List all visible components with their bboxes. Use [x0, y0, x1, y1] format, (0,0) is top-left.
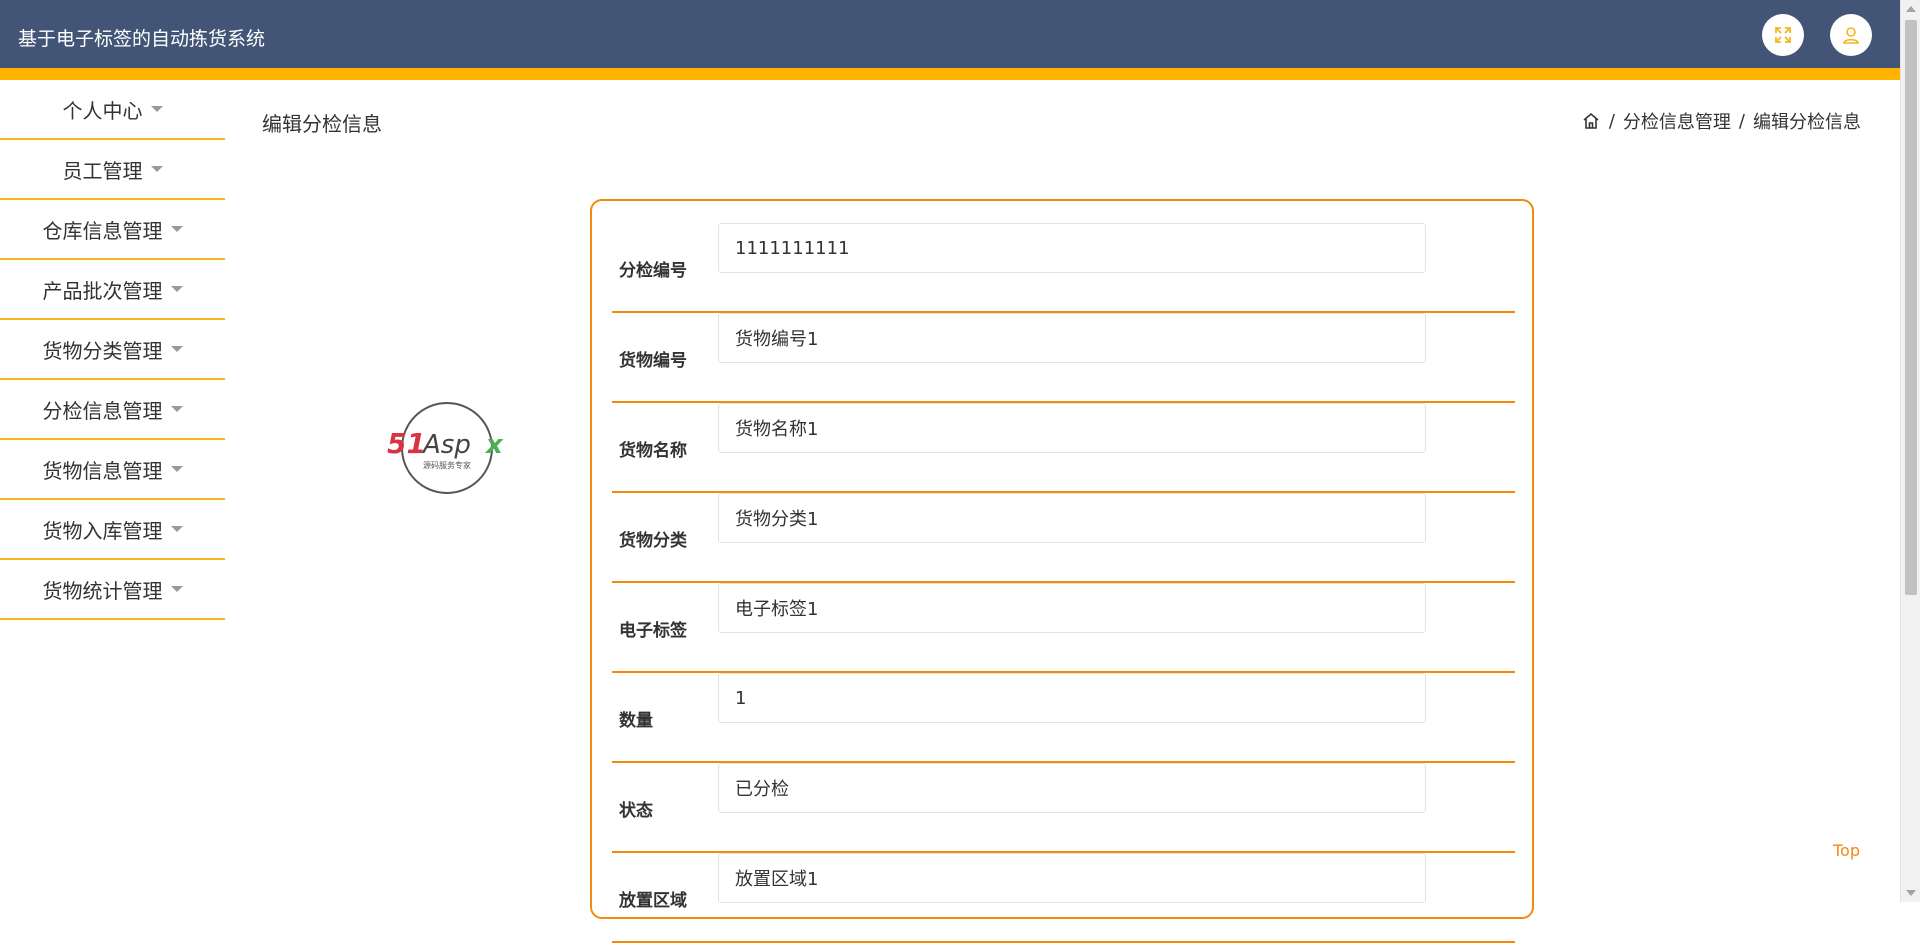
- sidebar-item-label: 个人中心: [62, 98, 143, 123]
- form-row-status: 状态 已分检: [612, 763, 1515, 853]
- sidebar-item-label: 货物信息管理: [42, 458, 163, 483]
- form-row-goods-name: 货物名称 货物名称1: [612, 403, 1515, 493]
- user-icon: [1843, 27, 1859, 44]
- form-row-goods-id: 货物编号 货物编号1: [612, 313, 1515, 403]
- sorting-id-input[interactable]: 1111111111: [718, 223, 1426, 273]
- sidebar-item-label: 分检信息管理: [42, 398, 163, 423]
- scroll-up-arrow-icon[interactable]: [1906, 6, 1916, 12]
- sidebar-item-goods-info[interactable]: 货物信息管理: [0, 440, 225, 500]
- home-icon[interactable]: [1581, 111, 1601, 131]
- sidebar-item-label: 产品批次管理: [42, 278, 163, 303]
- form-row-electronic-tag: 电子标签 电子标签1: [612, 583, 1515, 673]
- breadcrumb-separator: /: [1738, 110, 1745, 132]
- edit-form: 分检编号 1111111111 货物编号 货物编号1 货物名称 货物名称1 货物…: [590, 199, 1534, 943]
- form-row-sorting-id: 分检编号 1111111111: [612, 223, 1515, 313]
- sidebar-item-label: 仓库信息管理: [42, 218, 163, 243]
- field-label: 货物编号: [619, 350, 687, 371]
- sidebar-item-employee[interactable]: 员工管理: [0, 140, 225, 200]
- sidebar-item-inbound[interactable]: 货物入库管理: [0, 500, 225, 560]
- field-label: 放置区域: [619, 890, 687, 911]
- caret-down-icon: [170, 346, 183, 352]
- breadcrumb: / 分检信息管理 / 编辑分检信息: [1581, 108, 1861, 134]
- sidebar-item-label: 货物入库管理: [42, 518, 163, 543]
- header-accent-bar: [0, 68, 1900, 80]
- sidebar-item-statistics[interactable]: 货物统计管理: [0, 560, 225, 620]
- status-input[interactable]: 已分检: [718, 763, 1426, 813]
- quantity-input[interactable]: 1: [718, 673, 1426, 723]
- app-title: 基于电子标签的自动拣货系统: [18, 28, 266, 50]
- form-row-goods-category: 货物分类 货物分类1: [612, 493, 1515, 583]
- breadcrumb-item-current: 编辑分检信息: [1753, 112, 1861, 133]
- caret-down-icon: [170, 526, 183, 532]
- caret-down-icon: [170, 286, 183, 292]
- back-to-top-link[interactable]: Top: [1833, 841, 1860, 860]
- sidebar-item-goods-category[interactable]: 货物分类管理: [0, 320, 225, 380]
- field-label: 数量: [619, 710, 653, 731]
- field-label: 分检编号: [619, 260, 687, 281]
- caret-down-icon: [170, 586, 183, 592]
- page-scrollbar[interactable]: [1900, 0, 1920, 902]
- breadcrumb-separator: /: [1608, 110, 1615, 132]
- goods-id-input[interactable]: 货物编号1: [718, 313, 1426, 363]
- field-label: 货物名称: [619, 440, 687, 461]
- watermark-logo: 51 Asp x 源码服务专家: [385, 400, 510, 496]
- caret-down-icon: [150, 166, 163, 172]
- svg-text:51: 51: [387, 427, 426, 460]
- sidebar-item-sorting[interactable]: 分检信息管理: [0, 380, 225, 440]
- caret-down-icon: [170, 466, 183, 472]
- sidebar-item-label: 货物统计管理: [42, 578, 163, 603]
- expand-icon: [1775, 27, 1791, 43]
- scroll-down-arrow-icon[interactable]: [1906, 890, 1916, 896]
- caret-down-icon: [170, 406, 183, 412]
- svg-text:源码服务专家: 源码服务专家: [423, 460, 471, 470]
- sidebar-item-batch[interactable]: 产品批次管理: [0, 260, 225, 320]
- page-title: 编辑分检信息: [262, 112, 382, 136]
- form-row-quantity: 数量 1: [612, 673, 1515, 763]
- sidebar-item-label: 货物分类管理: [42, 338, 163, 363]
- scrollbar-thumb[interactable]: [1905, 20, 1917, 595]
- sidebar-item-label: 员工管理: [62, 158, 143, 183]
- caret-down-icon: [150, 106, 163, 112]
- sidebar-item-personal-center[interactable]: 个人中心: [0, 80, 225, 140]
- user-button[interactable]: [1830, 14, 1872, 56]
- fullscreen-button[interactable]: [1762, 14, 1804, 56]
- sidebar-item-warehouse[interactable]: 仓库信息管理: [0, 200, 225, 260]
- breadcrumb-item-sorting[interactable]: 分检信息管理: [1623, 108, 1731, 134]
- goods-category-input[interactable]: 货物分类1: [718, 493, 1426, 543]
- placement-area-input[interactable]: 放置区域1: [718, 853, 1426, 903]
- caret-down-icon: [170, 226, 183, 232]
- field-label: 货物分类: [619, 530, 687, 551]
- field-label: 电子标签: [619, 620, 687, 641]
- svg-text:x: x: [484, 430, 504, 460]
- svg-text:Asp: Asp: [421, 430, 471, 460]
- form-row-placement-area: 放置区域 放置区域1: [612, 853, 1515, 943]
- sidebar-menu: 个人中心 员工管理 仓库信息管理 产品批次管理 货物分类管理 分检信息管理 货物…: [0, 80, 225, 620]
- top-header: 基于电子标签的自动拣货系统: [0, 0, 1900, 68]
- goods-name-input[interactable]: 货物名称1: [718, 403, 1426, 453]
- electronic-tag-input[interactable]: 电子标签1: [718, 583, 1426, 633]
- field-label: 状态: [619, 800, 653, 821]
